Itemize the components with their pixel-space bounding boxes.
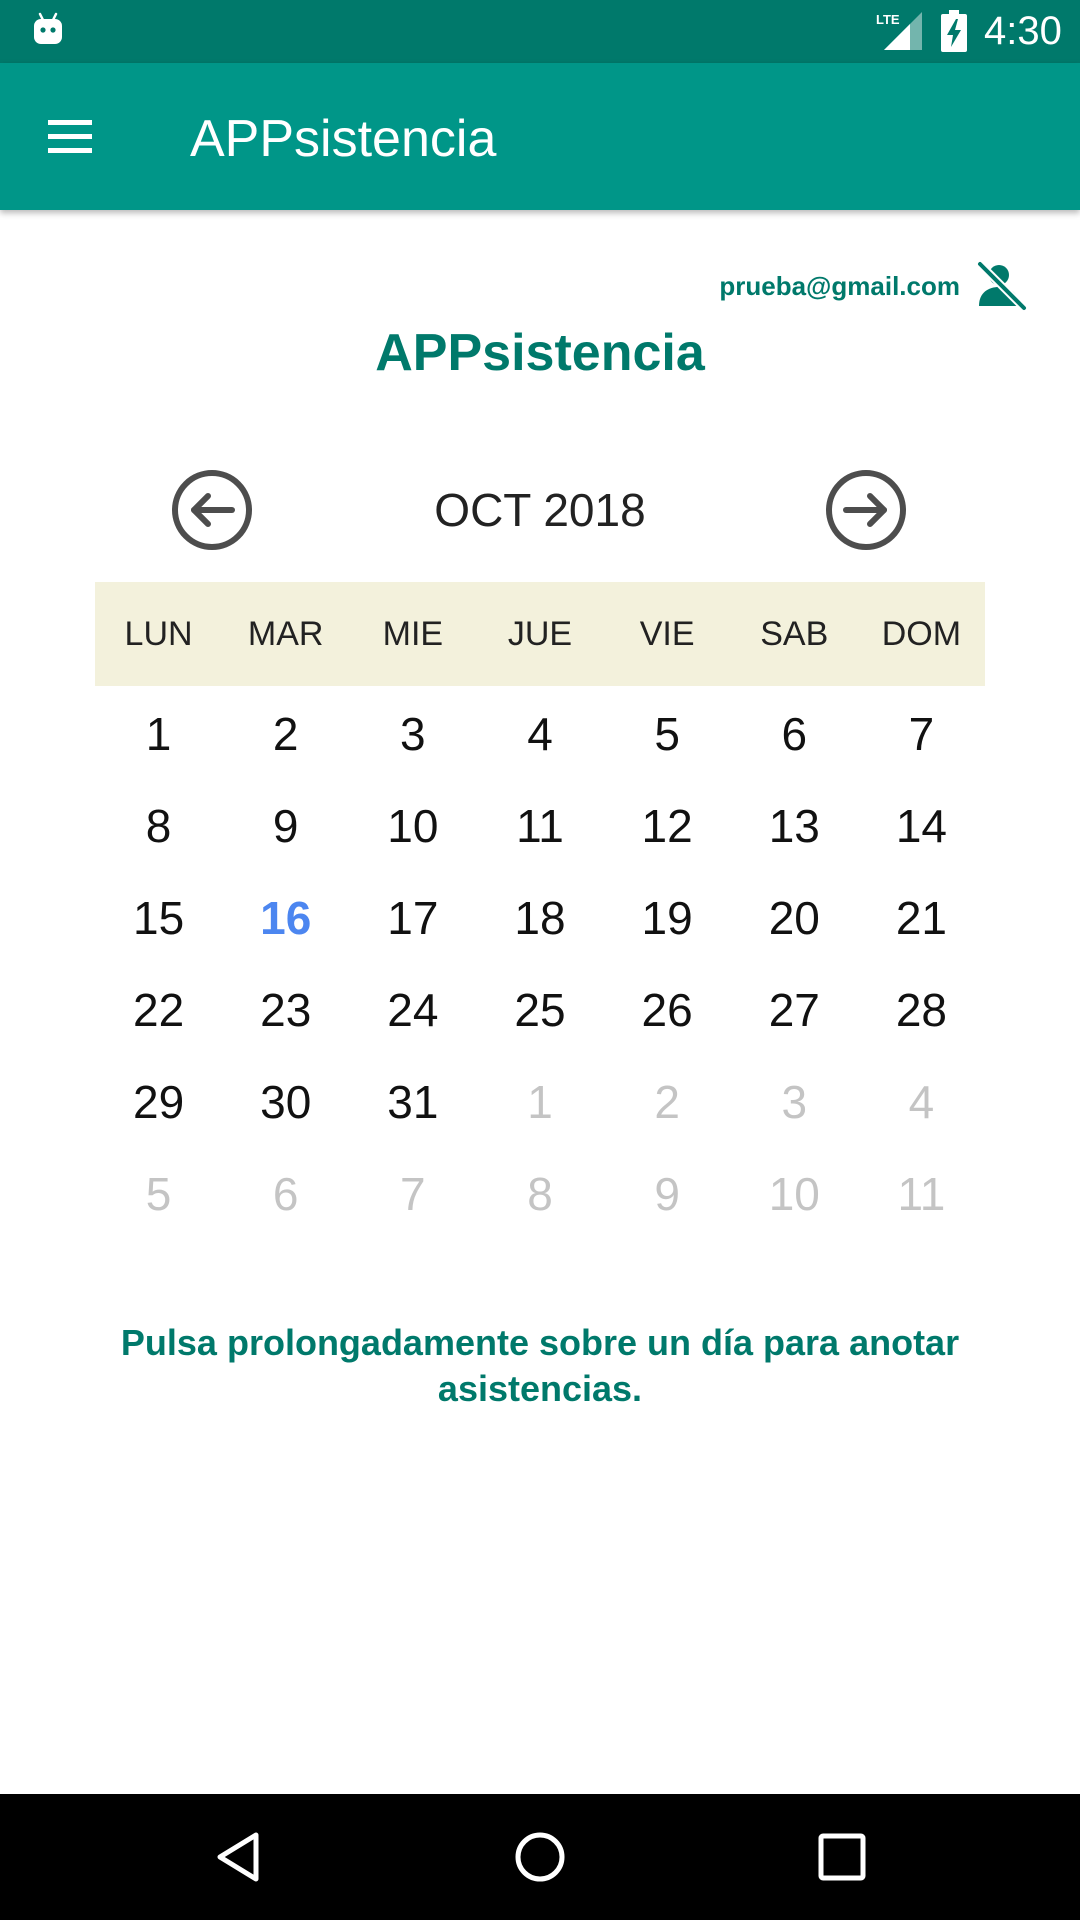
hamburger-menu-icon[interactable] bbox=[40, 111, 100, 163]
calendar-day[interactable]: 22 bbox=[95, 964, 222, 1056]
month-navigation: OCT 2018 bbox=[0, 468, 1080, 552]
calendar-day-other-month[interactable]: 8 bbox=[476, 1148, 603, 1240]
weekday-label: DOM bbox=[881, 615, 962, 653]
calendar-day[interactable]: 23 bbox=[222, 964, 349, 1056]
weekday-label: LUN bbox=[124, 615, 193, 653]
calendar-days-grid: 1 2 3 4 5 6 7 8 9 10 11 12 13 14 15 16 17 18 19 20 21 22 23 24 2… bbox=[95, 688, 985, 1240]
weekday-label: SAB bbox=[760, 615, 829, 653]
weekday-header: LUN MAR MIE JUE VIE SAB DOM bbox=[95, 582, 985, 686]
calendar-day[interactable]: 25 bbox=[476, 964, 603, 1056]
calendar-day-other-month[interactable]: 1 bbox=[476, 1056, 603, 1148]
calendar-day[interactable]: 28 bbox=[858, 964, 985, 1056]
calendar-day[interactable]: 9 bbox=[222, 780, 349, 872]
calendar-day[interactable]: 2 bbox=[222, 688, 349, 780]
calendar-day-other-month[interactable]: 6 bbox=[222, 1148, 349, 1240]
calendar-day[interactable]: 18 bbox=[476, 872, 603, 964]
calendar-day[interactable]: 27 bbox=[731, 964, 858, 1056]
weekday-label: MAR bbox=[247, 615, 324, 653]
calendar-day[interactable]: 24 bbox=[349, 964, 476, 1056]
weekday-label: MIE bbox=[382, 615, 444, 653]
calendar-day-today[interactable]: 16 bbox=[222, 872, 349, 964]
calendar-day-other-month[interactable]: 7 bbox=[349, 1148, 476, 1240]
user-email: prueba@gmail.com bbox=[719, 270, 960, 301]
calendar-day[interactable]: 26 bbox=[604, 964, 731, 1056]
android-robot-icon bbox=[34, 12, 62, 44]
calendar-day[interactable]: 7 bbox=[858, 688, 985, 780]
status-time: 4:30 bbox=[984, 9, 1062, 53]
app-bar: APPsistencia bbox=[0, 63, 1080, 210]
calendar-day[interactable]: 19 bbox=[604, 872, 731, 964]
battery-charging-icon bbox=[941, 10, 967, 52]
calendar-day[interactable]: 3 bbox=[349, 688, 476, 780]
calendar-day[interactable]: 20 bbox=[731, 872, 858, 964]
calendar-day[interactable]: 17 bbox=[349, 872, 476, 964]
calendar-day[interactable]: 1 bbox=[95, 688, 222, 780]
user-row: prueba@gmail.com bbox=[719, 258, 1030, 314]
calendar-day[interactable]: 29 bbox=[95, 1056, 222, 1148]
calendar-day-other-month[interactable]: 3 bbox=[731, 1056, 858, 1148]
status-bar: LTE 4:30 bbox=[0, 0, 1080, 63]
calendar-day[interactable]: 30 bbox=[222, 1056, 349, 1148]
app-bar-title: APPsistencia bbox=[190, 110, 497, 168]
calendar-day[interactable]: 31 bbox=[349, 1056, 476, 1148]
calendar-day[interactable]: 15 bbox=[95, 872, 222, 964]
calendar-day[interactable]: 6 bbox=[731, 688, 858, 780]
calendar-day[interactable]: 14 bbox=[858, 780, 985, 872]
calendar-day-other-month[interactable]: 4 bbox=[858, 1056, 985, 1148]
instruction-text: Pulsa prolongadamente sobre un día para … bbox=[120, 1322, 960, 1409]
lte-signal-icon: LTE bbox=[876, 12, 922, 50]
arrow-left-circle-icon[interactable] bbox=[170, 468, 254, 552]
calendar-day-other-month[interactable]: 5 bbox=[95, 1148, 222, 1240]
page-title: APPsistencia bbox=[375, 324, 705, 382]
recents-square-icon[interactable] bbox=[812, 1827, 872, 1887]
calendar-day[interactable]: 8 bbox=[95, 780, 222, 872]
user-off-icon[interactable] bbox=[974, 258, 1030, 314]
calendar-day[interactable]: 21 bbox=[858, 872, 985, 964]
calendar-day[interactable]: 13 bbox=[731, 780, 858, 872]
calendar-day[interactable]: 4 bbox=[476, 688, 603, 780]
svg-text:LTE: LTE bbox=[876, 12, 900, 27]
calendar-day[interactable]: 5 bbox=[604, 688, 731, 780]
back-triangle-icon[interactable] bbox=[208, 1827, 268, 1887]
system-navigation-bar bbox=[0, 1794, 1080, 1920]
calendar-day[interactable]: 11 bbox=[476, 780, 603, 872]
calendar-day-other-month[interactable]: 11 bbox=[858, 1148, 985, 1240]
weekday-label: VIE bbox=[639, 615, 695, 653]
calendar-day-other-month[interactable]: 9 bbox=[604, 1148, 731, 1240]
calendar-day-other-month[interactable]: 10 bbox=[731, 1148, 858, 1240]
home-circle-icon[interactable] bbox=[510, 1827, 570, 1887]
arrow-right-circle-icon[interactable] bbox=[824, 468, 908, 552]
calendar-day[interactable]: 12 bbox=[604, 780, 731, 872]
month-label: OCT 2018 bbox=[434, 484, 646, 536]
weekday-label: JUE bbox=[507, 615, 573, 653]
calendar-day[interactable]: 10 bbox=[349, 780, 476, 872]
calendar-day-other-month[interactable]: 2 bbox=[604, 1056, 731, 1148]
